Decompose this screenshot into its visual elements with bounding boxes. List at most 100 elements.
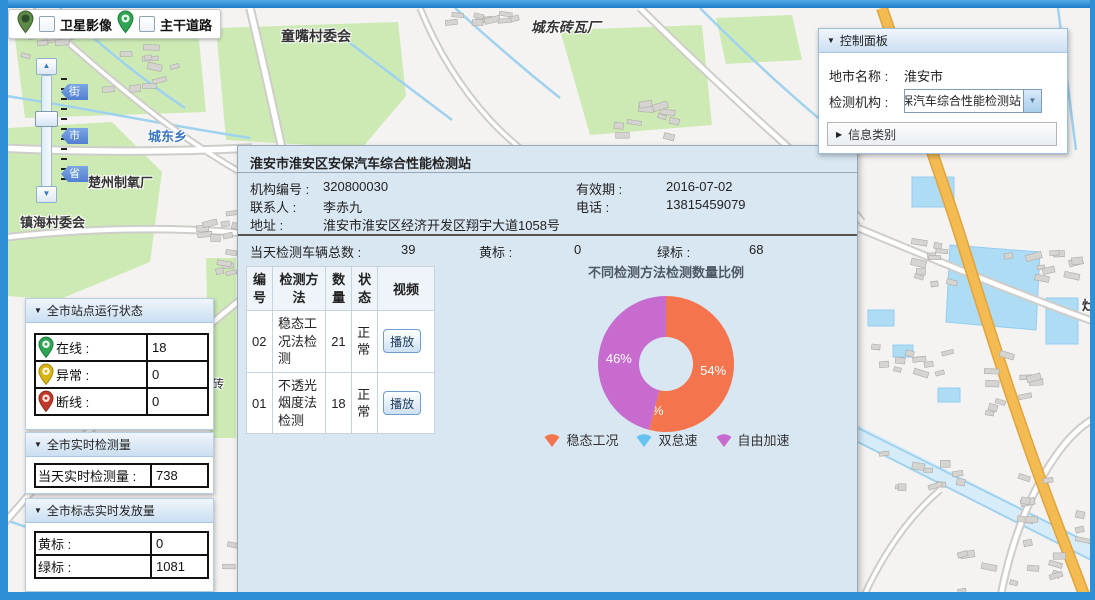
city-name-label: 地市名称 : bbox=[829, 66, 888, 85]
status-row-online: 在线 : 18 bbox=[36, 335, 207, 360]
row2-no: 01 bbox=[247, 372, 273, 434]
online-value: 18 bbox=[146, 335, 207, 360]
window-frame-top bbox=[0, 0, 1095, 8]
roads-pin-icon bbox=[117, 10, 134, 34]
satellite-pin-icon bbox=[17, 10, 34, 34]
row1-no: 02 bbox=[247, 311, 273, 373]
green-badge-label: 绿标 : bbox=[36, 556, 150, 577]
zoom-tick bbox=[61, 158, 67, 160]
badge-row-yellow: 黄标 : 0 bbox=[36, 533, 207, 554]
addr-label: 地址 : bbox=[250, 215, 283, 234]
row1-count: 21 bbox=[326, 311, 352, 373]
yellow-label: 黄标 : bbox=[479, 242, 512, 261]
realtime-title: 全市实时检测量 bbox=[47, 436, 131, 453]
org-no-label: 机构编号 : bbox=[250, 179, 309, 198]
green-badge-value: 1081 bbox=[150, 556, 207, 577]
map-zoom-control: ▲ ▼ 街 市 省 bbox=[34, 56, 92, 204]
row2-method: 不透光烟度法检测 bbox=[278, 377, 320, 430]
col-status: 状态 bbox=[357, 271, 372, 306]
agency-label: 检测机构 : bbox=[829, 92, 888, 111]
agency-select-value: 安保汽车综合性能检测站 bbox=[905, 90, 1023, 112]
green-pin-icon bbox=[38, 336, 54, 359]
badge-panel: ▼ 全市标志实时发放量 黄标 : 0 绿标 : 1081 bbox=[25, 498, 214, 592]
control-panel-header[interactable]: ▼ 控制面板 bbox=[819, 29, 1067, 53]
realtime-label: 当天实时检测量 : bbox=[36, 465, 150, 486]
station-status-panel: ▼ 全市站点运行状态 在线 : 18 异常 : 0 bbox=[25, 298, 214, 430]
total-value: 39 bbox=[401, 242, 415, 257]
legend-item-自由加速[interactable]: 自由加速 bbox=[714, 430, 790, 449]
chart-legend: 稳态工况 双怠速 自由加速 bbox=[476, 430, 856, 449]
total-label: 当天检测车辆总数 : bbox=[250, 242, 361, 261]
col-count: 数量 bbox=[331, 271, 346, 306]
col-no: 编号 bbox=[252, 271, 267, 306]
yellow-value: 0 bbox=[574, 242, 581, 257]
realtime-header[interactable]: ▼ 全市实时检测量 bbox=[26, 433, 213, 457]
yellow-badge-value: 0 bbox=[150, 533, 207, 554]
table-header-row: 编号 检测方法 数量 状态 视频 bbox=[247, 267, 435, 311]
window-frame-bottom bbox=[0, 592, 1095, 600]
fan-icon bbox=[714, 432, 734, 448]
zoom-tick bbox=[61, 98, 67, 100]
valid-value: 2016-07-02 bbox=[666, 179, 733, 194]
col-method: 检测方法 bbox=[278, 271, 320, 306]
zoom-level-city[interactable]: 市 bbox=[61, 128, 88, 144]
col-video: 视频 bbox=[393, 282, 419, 297]
roads-checkbox[interactable] bbox=[139, 16, 155, 32]
zoom-tick bbox=[61, 78, 67, 80]
addr-value: 淮安市淮安区经济开发区翔宇大道1058号 bbox=[323, 215, 560, 234]
map-label-village1: 童嘴村委会 bbox=[281, 26, 351, 46]
zoom-slider-track[interactable] bbox=[41, 75, 52, 187]
divider bbox=[238, 172, 857, 173]
divider bbox=[238, 234, 857, 236]
zoom-out-button[interactable]: ▼ bbox=[36, 186, 57, 203]
select-arrow-icon[interactable]: ▼ bbox=[1023, 90, 1041, 112]
collapse-triangle-icon: ▼ bbox=[827, 36, 835, 45]
zoom-slider-handle[interactable] bbox=[35, 111, 58, 127]
legend-item-稳态工况[interactable]: 稳态工况 bbox=[542, 430, 618, 449]
yellow-pin-icon bbox=[38, 363, 54, 386]
collapse-triangle-icon: ▼ bbox=[34, 440, 42, 449]
status-row-offline: 断线 : 0 bbox=[36, 387, 207, 414]
contact-label: 联系人 : bbox=[250, 197, 296, 216]
slice-label: 54% bbox=[700, 363, 726, 378]
zoom-in-button[interactable]: ▲ bbox=[36, 58, 57, 75]
red-pin-icon bbox=[38, 390, 54, 413]
station-popup-title: 淮安市淮安区安保汽车综合性能检测站 bbox=[250, 153, 471, 172]
legend-item-双怠速[interactable]: 双怠速 bbox=[634, 430, 697, 449]
satellite-label: 卫星影像 bbox=[60, 15, 112, 34]
zoom-tick bbox=[61, 148, 67, 150]
abnormal-value: 0 bbox=[146, 362, 207, 387]
realtime-panel: ▼ 全市实时检测量 当天实时检测量 : 738 bbox=[25, 432, 214, 494]
table-row: 02 稳态工况法检测 21 正常 播放 bbox=[247, 311, 435, 373]
badge-header[interactable]: ▼ 全市标志实时发放量 bbox=[26, 499, 213, 523]
station-status-title: 全市站点运行状态 bbox=[47, 302, 143, 319]
phone-label: 电话 : bbox=[576, 197, 609, 216]
control-panel-title: 控制面板 bbox=[840, 32, 888, 49]
city-name-value: 淮安市 bbox=[904, 66, 943, 85]
realtime-row: 当天实时检测量 : 738 bbox=[36, 465, 207, 486]
satellite-checkbox[interactable] bbox=[39, 16, 55, 32]
station-popup: 淮安市淮安区安保汽车综合性能检测站 机构编号 : 320800030 有效期 :… bbox=[237, 145, 858, 600]
map-label-oxygen-plant: 楚州制氧厂 bbox=[88, 172, 153, 191]
play-button[interactable]: 播放 bbox=[383, 329, 421, 353]
status-row-abnormal: 异常 : 0 bbox=[36, 360, 207, 387]
agency-select[interactable]: 安保汽车综合性能检测站 ▼ bbox=[904, 89, 1042, 113]
zoom-tick bbox=[61, 108, 67, 110]
info-category-label: 信息类别 bbox=[848, 126, 896, 143]
roads-label: 主干道路 bbox=[160, 15, 212, 34]
legend-label: 稳态工况 bbox=[566, 430, 618, 449]
station-status-header[interactable]: ▼ 全市站点运行状态 bbox=[26, 299, 213, 323]
fan-icon bbox=[542, 432, 562, 448]
collapse-triangle-icon: ▼ bbox=[34, 506, 42, 515]
control-panel: ▼ 控制面板 地市名称 : 淮安市 检测机构 : 安保汽车综合性能检测站 ▼ ▶… bbox=[818, 28, 1068, 154]
online-label: 在线 : bbox=[56, 338, 89, 357]
slice-label: 46% bbox=[606, 351, 632, 366]
row2-count: 18 bbox=[326, 372, 352, 434]
map-label-town: 城东乡 bbox=[148, 126, 187, 145]
info-category-bar[interactable]: ▶ 信息类别 bbox=[827, 122, 1057, 146]
map-label-village2: 镇海村委会 bbox=[20, 212, 85, 231]
fan-icon bbox=[634, 432, 654, 448]
row1-status: 正常 bbox=[357, 324, 372, 359]
offline-value: 0 bbox=[146, 389, 207, 414]
play-button[interactable]: 播放 bbox=[383, 391, 421, 415]
